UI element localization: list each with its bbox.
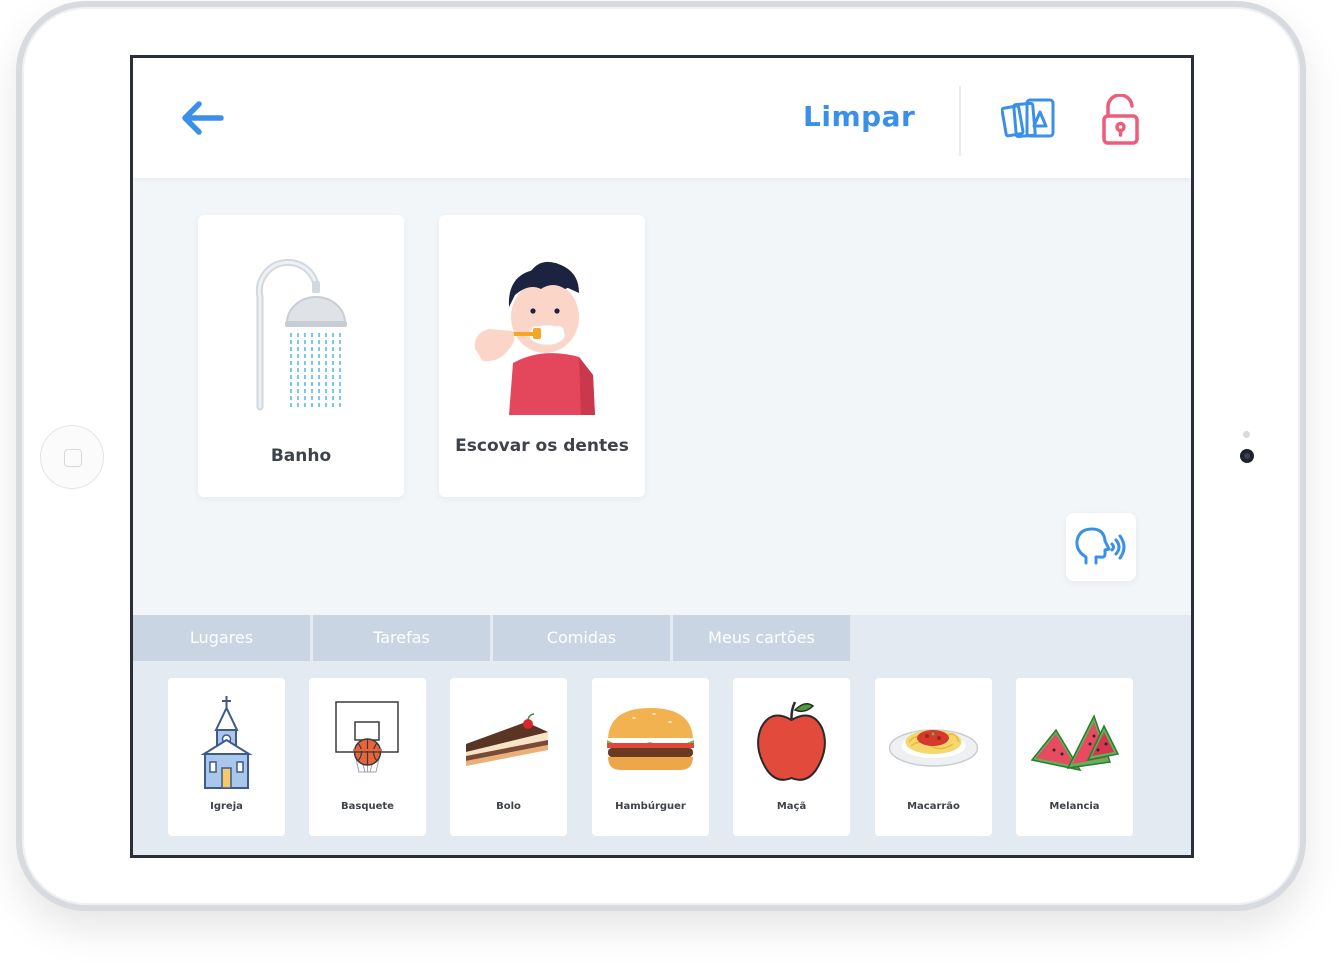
- palette-card-cake[interactable]: Bolo: [450, 678, 567, 836]
- back-button[interactable]: [177, 98, 227, 138]
- sensor-dot: [1243, 431, 1250, 438]
- cake-slice-icon: [466, 713, 548, 766]
- palette-card-apple[interactable]: Maçã: [733, 678, 850, 836]
- clear-button[interactable]: Limpar: [803, 100, 915, 133]
- app-screen: Limpar Banho Escovar os dentes Lugares T…: [130, 55, 1194, 858]
- sentence-card-shower[interactable]: Banho: [198, 215, 404, 497]
- palette-card-pasta[interactable]: Macarrão: [875, 678, 992, 836]
- cards-library-button[interactable]: [1000, 96, 1059, 144]
- cards-stack-icon: [1000, 98, 1055, 139]
- unlock-icon: [1102, 93, 1139, 145]
- sentence-card-label: Banho: [270, 446, 332, 466]
- palette-card-label: Melancia: [1049, 801, 1100, 812]
- sentence-card-label: Escovar os dentes: [455, 436, 629, 456]
- category-tabs: Lugares Tarefas Comidas Meus cartões: [133, 615, 1191, 663]
- palette-card-label: Igreja: [210, 801, 243, 812]
- spaghetti-icon: [888, 729, 979, 767]
- divider: [959, 86, 961, 156]
- tab-lugares[interactable]: Lugares: [133, 615, 310, 661]
- tab-comidas[interactable]: Comidas: [493, 615, 670, 661]
- tab-meus-cartoes[interactable]: Meus cartões: [673, 615, 850, 661]
- palette-card-watermelon[interactable]: Melancia: [1016, 678, 1133, 836]
- lock-button[interactable]: [1101, 93, 1141, 146]
- basketball-hoop-icon: [335, 701, 399, 773]
- boy-brushing-teeth-icon: [474, 261, 595, 415]
- speaking-head-icon: [1075, 527, 1126, 565]
- home-button[interactable]: [40, 425, 104, 489]
- church-icon: [200, 696, 253, 789]
- card-palette: Igreja Basquete Bolo Hambúrguer Maçã Mac…: [133, 663, 1191, 855]
- top-bar: Limpar: [133, 58, 1191, 178]
- hamburger-icon: [607, 708, 694, 770]
- palette-card-basketball[interactable]: Basquete: [309, 678, 426, 836]
- palette-card-church[interactable]: Igreja: [168, 678, 285, 836]
- shower-icon: [255, 258, 347, 411]
- palette-card-hamburger[interactable]: Hambúrguer: [592, 678, 709, 836]
- speak-button[interactable]: [1066, 513, 1136, 581]
- camera-icon: [1240, 449, 1254, 463]
- palette-card-label: Hambúrguer: [615, 801, 686, 812]
- palette-card-label: Bolo: [496, 801, 521, 812]
- arrow-left-icon: [182, 101, 224, 135]
- apple-icon: [757, 701, 826, 781]
- watermelon-icon: [1030, 714, 1120, 772]
- palette-card-label: Basquete: [341, 801, 394, 812]
- sentence-card-brush-teeth[interactable]: Escovar os dentes: [439, 215, 645, 497]
- tab-tarefas[interactable]: Tarefas: [313, 615, 490, 661]
- palette-card-label: Maçã: [776, 801, 807, 812]
- palette-card-label: Macarrão: [907, 801, 960, 812]
